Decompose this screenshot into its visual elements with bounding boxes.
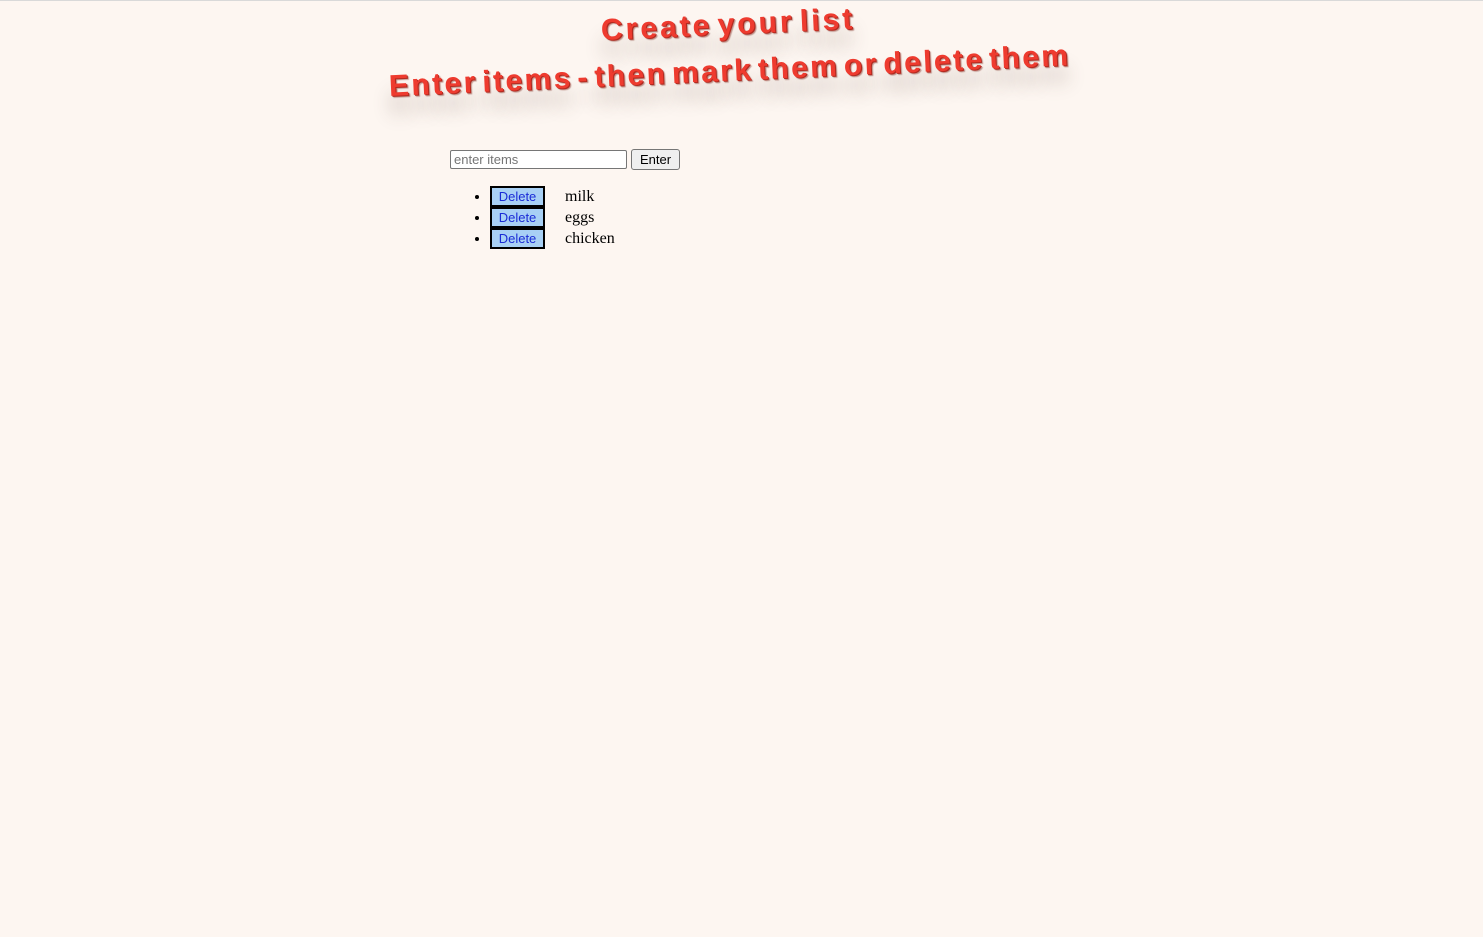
list-item: Delete chicken (490, 228, 615, 249)
page-top-border (0, 0, 1483, 1)
list-item-text[interactable]: milk (565, 186, 594, 207)
list-item-text[interactable]: eggs (565, 207, 594, 228)
item-input[interactable] (450, 150, 627, 169)
delete-button[interactable]: Delete (490, 186, 545, 207)
delete-button[interactable]: Delete (490, 228, 545, 249)
item-entry-form: Enter (450, 149, 681, 170)
enter-button[interactable]: Enter (631, 149, 681, 170)
page-title: Create your list (600, 2, 856, 47)
list-item-text[interactable]: chicken (565, 228, 615, 249)
item-list: Delete milk Delete eggs Delete chicken (450, 186, 615, 249)
list-item: Delete eggs (490, 207, 615, 228)
list-item: Delete milk (490, 186, 615, 207)
delete-button[interactable]: Delete (490, 207, 545, 228)
page-subtitle: Enter items - then mark them or delete t… (388, 39, 1072, 103)
